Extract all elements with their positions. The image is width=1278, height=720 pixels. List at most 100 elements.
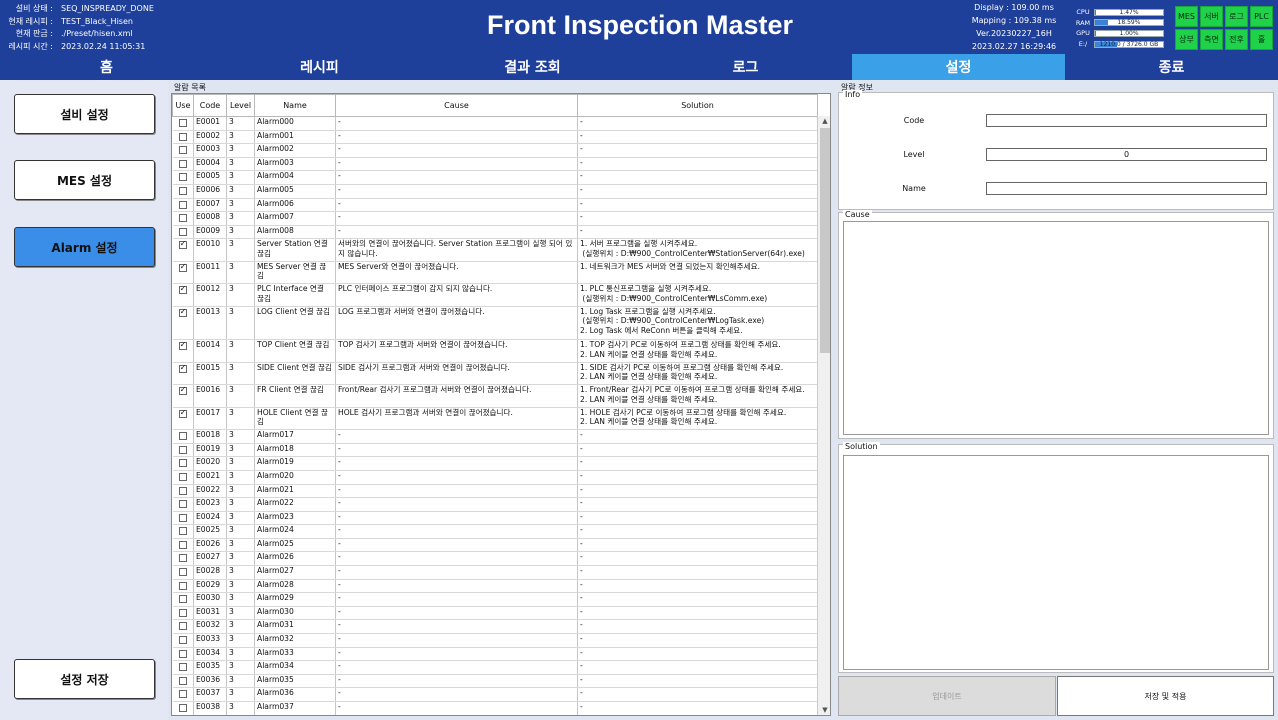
use-checkbox[interactable]	[178, 262, 187, 272]
table-row[interactable]: E0031 3 Alarm030- -	[172, 606, 818, 621]
cause-textbox[interactable]	[843, 221, 1269, 435]
table-row[interactable]: E00103Server Station 연결 끊김서버와의 연결이 끊어졌습니…	[172, 238, 818, 262]
use-checkbox[interactable]	[178, 159, 187, 168]
table-row[interactable]: E0022 3 Alarm021- -	[172, 484, 818, 499]
table-row[interactable]: E0001 3 Alarm000- -	[172, 116, 818, 131]
table-row[interactable]: E0003 3 Alarm002- -	[172, 143, 818, 158]
table-row[interactable]: E0005 3 Alarm004- -	[172, 170, 818, 185]
use-checkbox[interactable]	[178, 500, 187, 509]
column-header-solution[interactable]: Solution	[577, 94, 818, 117]
tab-exit[interactable]: 종료	[1065, 54, 1278, 80]
use-checkbox[interactable]	[178, 622, 187, 631]
use-checkbox[interactable]	[178, 239, 187, 250]
use-checkbox[interactable]	[178, 540, 187, 549]
table-row[interactable]: E0020 3 Alarm019- -	[172, 456, 818, 471]
use-checkbox[interactable]	[178, 173, 187, 182]
table-row[interactable]: E0019 3 Alarm018- -	[172, 443, 818, 458]
use-checkbox[interactable]	[178, 200, 187, 209]
use-checkbox[interactable]	[178, 513, 187, 522]
use-checkbox[interactable]	[178, 119, 187, 127]
table-row[interactable]: E0034 3 Alarm033- -	[172, 647, 818, 662]
table-row[interactable]: E0008 3 Alarm007- -	[172, 211, 818, 226]
use-checkbox[interactable]	[178, 608, 187, 617]
table-row[interactable]: E0024 3 Alarm023- -	[172, 511, 818, 526]
use-checkbox[interactable]	[178, 132, 187, 141]
save-apply-button[interactable]: 저장 및 적용	[1057, 676, 1274, 716]
status-mes-button[interactable]: MES	[1175, 6, 1198, 27]
use-checkbox[interactable]	[178, 385, 187, 396]
scrollbar-thumb[interactable]	[820, 128, 830, 353]
table-row[interactable]: E0007 3 Alarm006- -	[172, 198, 818, 213]
use-checkbox[interactable]	[178, 459, 187, 468]
status-side-button[interactable]: 측면	[1200, 29, 1223, 50]
table-row[interactable]: E00393Alarm038--	[173, 715, 818, 716]
table-row[interactable]: E00133LOG Client 연결 끊김LOG 프로그램과 서버와 연결이 …	[172, 306, 818, 341]
table-row[interactable]: E0027 3 Alarm026- -	[172, 551, 818, 567]
mes-settings-button[interactable]: MES 설정	[14, 160, 155, 200]
tab-recipe[interactable]: 레시피	[213, 54, 426, 80]
table-row[interactable]: E00153SIDE Client 연결 끊김SIDE 검사기 프로그램과 서버…	[172, 362, 818, 386]
alarm-settings-button[interactable]: Alarm 설정	[14, 227, 155, 267]
status-top-button[interactable]: 상부	[1175, 29, 1198, 50]
table-row[interactable]: E00173HOLE Client 연결 끊김HOLE 검사기 프로그램과 서버…	[172, 407, 818, 431]
table-row[interactable]: E0006 3 Alarm005- -	[172, 184, 818, 199]
table-row[interactable]: E0009 3 Alarm008- -	[172, 225, 818, 240]
equipment-settings-button[interactable]: 설비 설정	[14, 94, 155, 134]
use-checkbox[interactable]	[178, 227, 187, 236]
table-row[interactable]: E0035 3 Alarm034- -	[172, 660, 818, 675]
table-row[interactable]: E0004 3 Alarm003- -	[172, 157, 818, 172]
tab-home[interactable]: 홈	[0, 54, 213, 80]
use-checkbox[interactable]	[178, 146, 187, 155]
code-field[interactable]	[986, 114, 1267, 127]
use-checkbox[interactable]	[178, 307, 187, 317]
column-header-use[interactable]: Use	[172, 94, 194, 117]
use-checkbox[interactable]	[178, 408, 187, 418]
table-row[interactable]: E0002 3 Alarm001- -	[172, 130, 818, 145]
table-row[interactable]: E0032 3 Alarm031- -	[172, 619, 818, 635]
column-header-name[interactable]: Name	[254, 94, 336, 117]
column-header-cause[interactable]: Cause	[335, 94, 578, 117]
table-row[interactable]: E0037 3 Alarm036- -	[172, 687, 818, 703]
table-row[interactable]: E0025 3 Alarm024- -	[172, 524, 818, 539]
name-field[interactable]	[986, 182, 1267, 195]
table-row[interactable]: E00163FR Client 연결 끊김Front/Rear 검사기 프로그램…	[172, 384, 818, 408]
use-checkbox[interactable]	[178, 214, 187, 223]
level-field[interactable]: 0	[986, 148, 1267, 161]
use-checkbox[interactable]	[178, 676, 187, 685]
use-checkbox[interactable]	[178, 595, 187, 604]
save-settings-button[interactable]: 설정 저장	[14, 659, 155, 699]
status-plc-button[interactable]: PLC	[1250, 6, 1273, 27]
use-checkbox[interactable]	[178, 445, 187, 454]
table-row[interactable]: E0021 3 Alarm020- -	[172, 470, 818, 485]
use-checkbox[interactable]	[178, 636, 187, 645]
use-checkbox[interactable]	[178, 649, 187, 658]
column-header-level[interactable]: Level	[226, 94, 255, 117]
use-checkbox[interactable]	[178, 340, 187, 351]
use-checkbox[interactable]	[178, 432, 187, 441]
scroll-up-icon[interactable]: ▲	[818, 116, 830, 127]
status-front-rear-button[interactable]: 전후	[1225, 29, 1248, 50]
status-log-button[interactable]: 로그	[1225, 6, 1248, 27]
table-row[interactable]: E00113MES Server 연결 끊김MES Server와 연결이 끊어…	[172, 261, 818, 285]
column-header-code[interactable]: Code	[193, 94, 227, 117]
table-row[interactable]: E00143TOP Client 연결 끊김TOP 검사기 프로그램과 서버와 …	[172, 339, 818, 363]
status-server-button[interactable]: 서버	[1200, 6, 1223, 27]
use-checkbox[interactable]	[178, 663, 187, 672]
table-row[interactable]: E0033 3 Alarm032- -	[172, 633, 818, 648]
table-row[interactable]: E0038 3 Alarm037- -	[172, 701, 818, 715]
use-checkbox[interactable]	[178, 704, 187, 713]
table-row[interactable]: E0026 3 Alarm025- -	[172, 538, 818, 553]
use-checkbox[interactable]	[178, 486, 187, 495]
tab-settings[interactable]: 설정	[852, 54, 1065, 80]
use-checkbox[interactable]	[178, 554, 187, 563]
use-checkbox[interactable]	[178, 186, 187, 195]
use-checkbox[interactable]	[178, 690, 187, 699]
table-row[interactable]: E0036 3 Alarm035- -	[172, 674, 818, 689]
update-button[interactable]: 업데이트	[838, 676, 1056, 716]
solution-textbox[interactable]	[843, 455, 1269, 670]
use-checkbox[interactable]	[178, 284, 187, 295]
scroll-down-icon[interactable]: ▼	[818, 705, 830, 715]
tab-log[interactable]: 로그	[639, 54, 852, 80]
use-checkbox[interactable]	[178, 568, 187, 577]
table-row[interactable]: E0018 3 Alarm017- -	[172, 429, 818, 444]
